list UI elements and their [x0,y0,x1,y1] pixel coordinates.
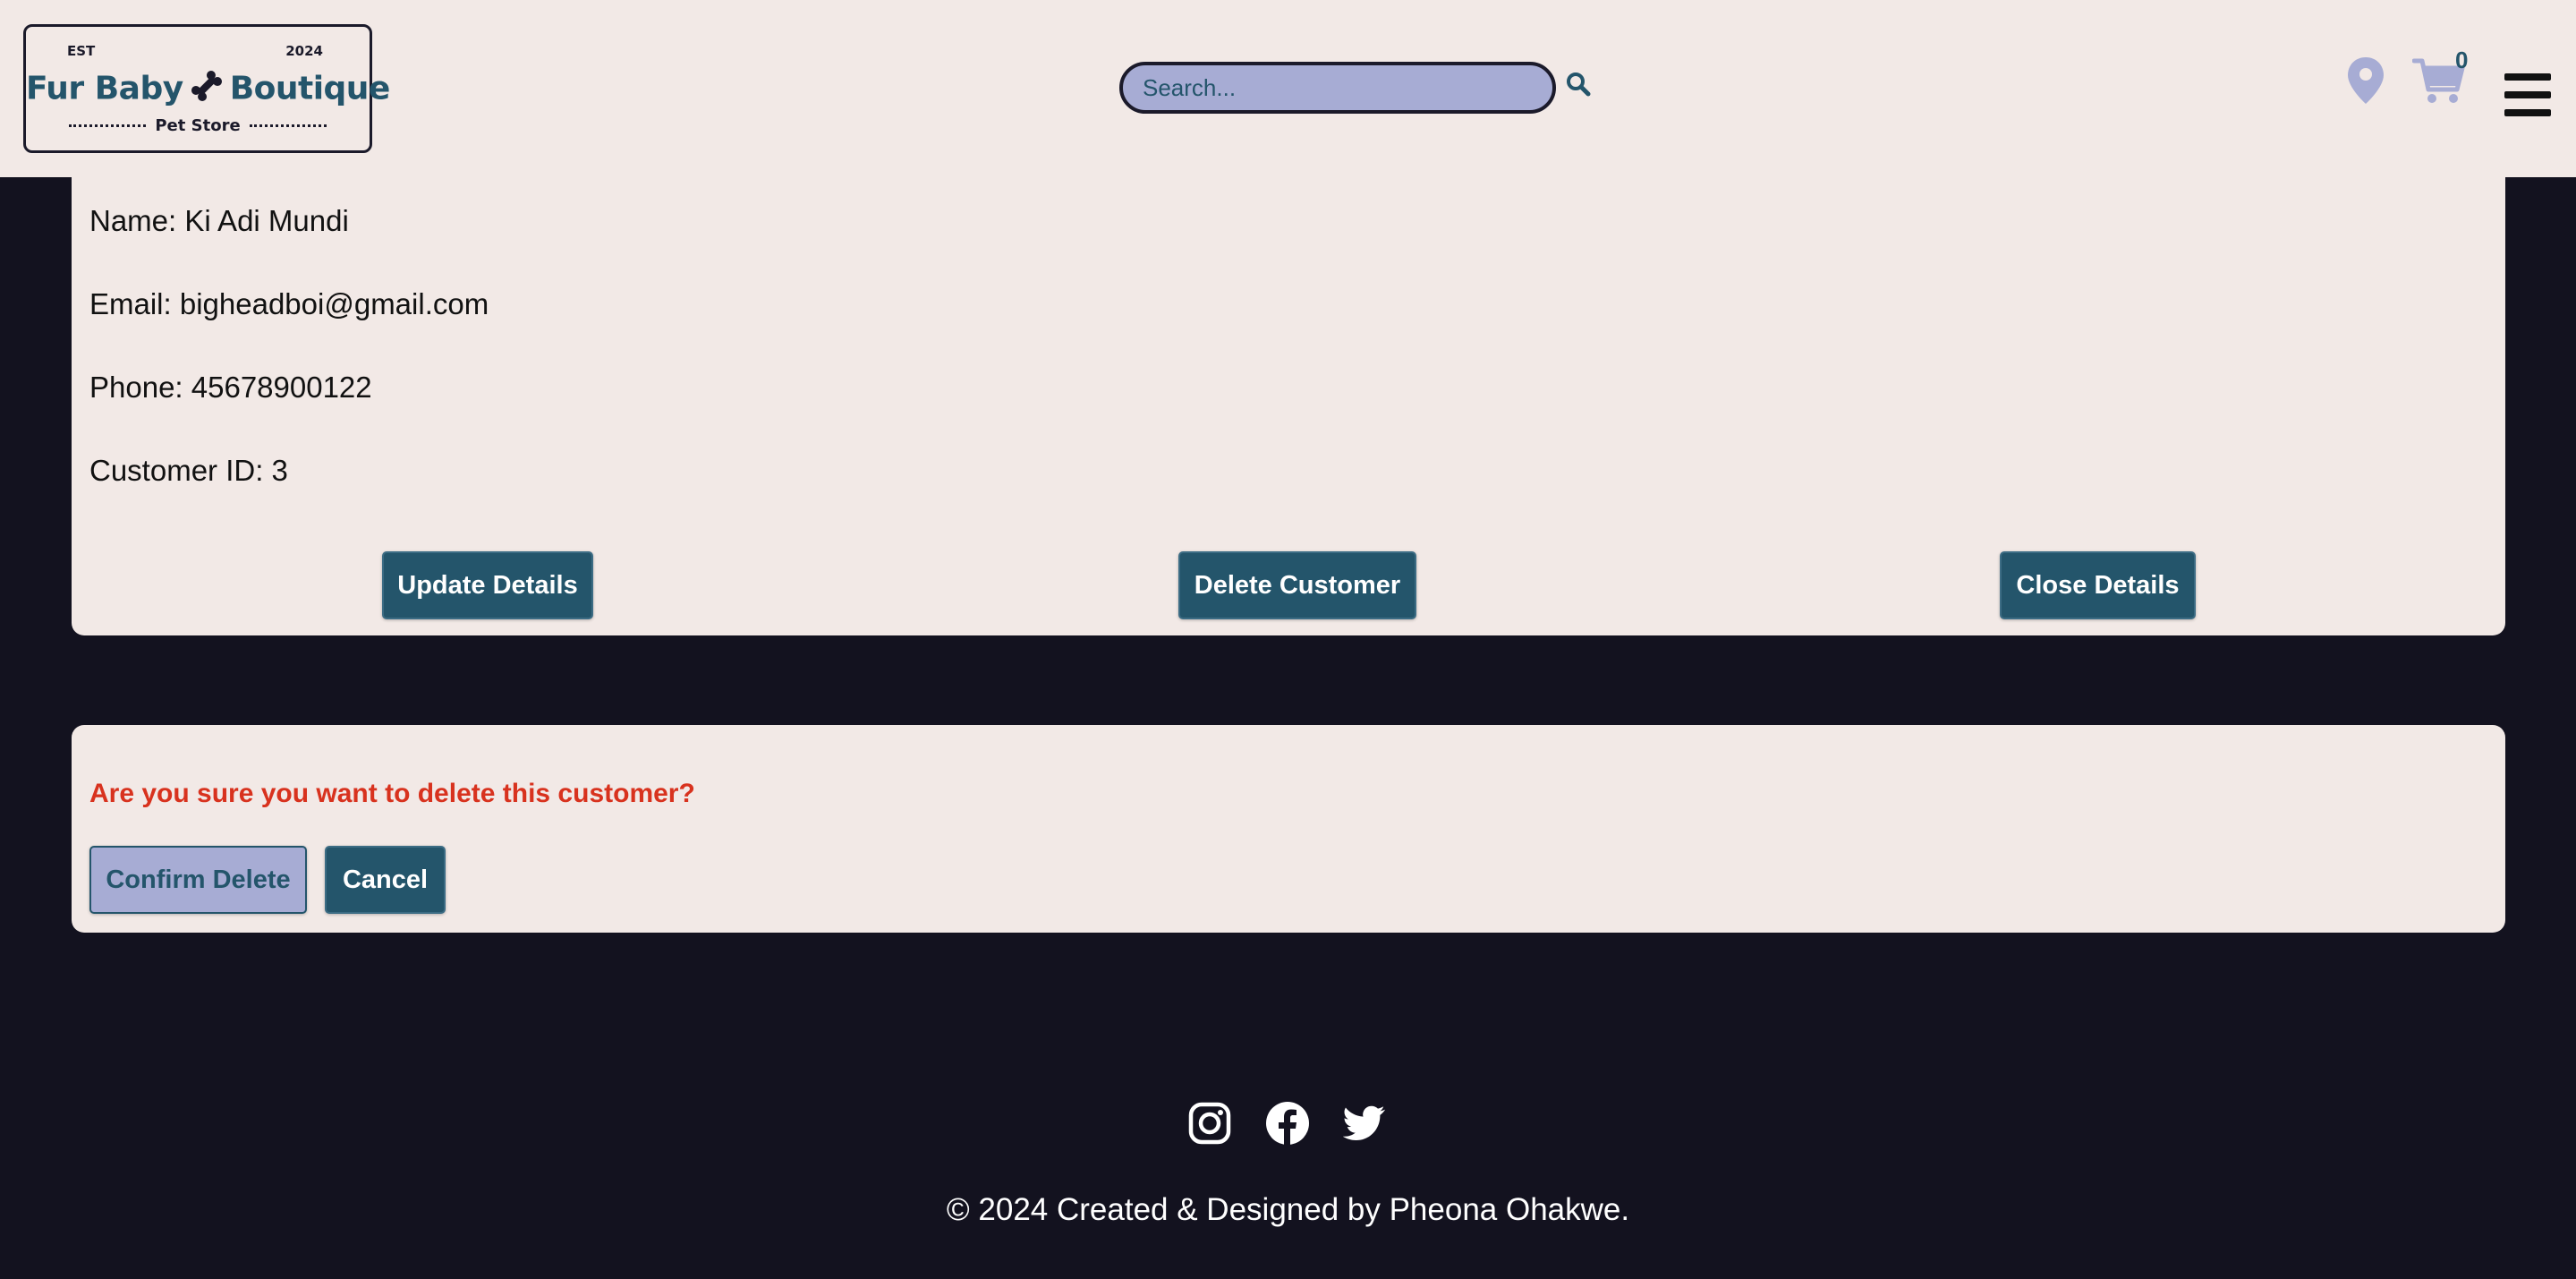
logo-subtitle: Pet Store [155,116,241,135]
cancel-button[interactable]: Cancel [325,846,446,914]
logo-brand-left: Fur Baby [26,70,183,107]
logo-dotted-rule [249,124,327,127]
logo-dotted-rule [69,124,147,127]
site-header: EST 2024 Fur Baby Boutique Pet Store 0 [0,0,2576,177]
instagram-icon[interactable] [1187,1101,1232,1146]
logo-year-text: 2024 [285,43,323,59]
map-pin-icon[interactable] [2346,55,2385,106]
search-icon[interactable] [1564,70,1593,98]
search-input[interactable] [1123,65,1552,110]
delete-confirmation-question: Are you sure you want to delete this cus… [89,779,695,808]
logo-subtitle-row: Pet Store [69,116,327,135]
close-details-button[interactable]: Close Details [2000,551,2196,619]
cart-count-badge: 0 [2455,47,2469,73]
twitter-icon[interactable] [1342,1101,1388,1146]
customer-id: Customer ID: 3 [89,454,288,487]
logo-brand: Fur Baby Boutique [26,68,390,112]
copyright-text: © 2024 Created & Designed by Pheona Ohak… [946,1192,1630,1227]
delete-confirmation-panel: Are you sure you want to delete this cus… [72,725,2505,933]
confirm-delete-button[interactable]: Confirm Delete [89,846,307,914]
delete-customer-button[interactable]: Delete Customer [1178,551,1416,619]
update-details-button[interactable]: Update Details [382,551,593,619]
search-box [1119,62,1556,114]
bone-icon [189,68,225,112]
facebook-icon[interactable] [1265,1101,1310,1146]
logo-est-text: EST [67,43,96,59]
customer-phone: Phone: 45678900122 [89,371,372,404]
store-logo[interactable]: EST 2024 Fur Baby Boutique Pet Store [23,24,390,153]
customer-details-panel: Name: Ki Adi Mundi Email: bigheadboi@gma… [72,177,2505,635]
logo-brand-right: Boutique [229,70,391,107]
customer-name: Name: Ki Adi Mundi [89,204,349,237]
hamburger-menu-icon[interactable] [2504,73,2551,116]
customer-email: Email: bigheadboi@gmail.com [89,287,489,320]
